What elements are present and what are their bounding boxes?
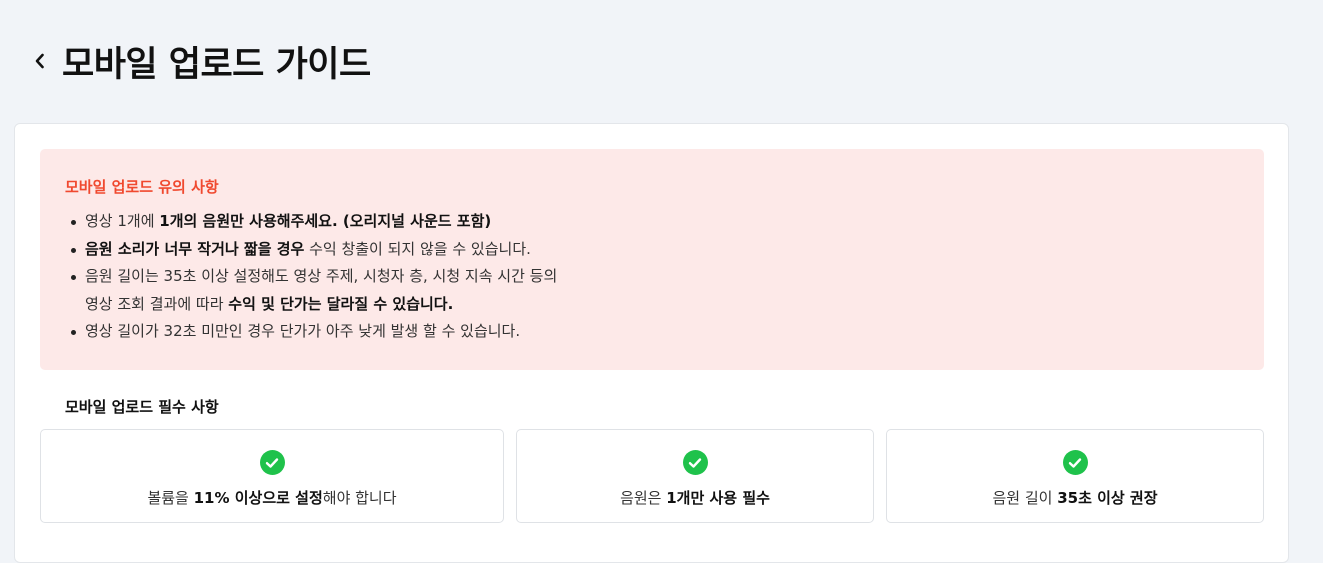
requirement-card-audio-length: 음원 길이 35초 이상 권장: [886, 429, 1264, 523]
requirement-text: 볼륨을 11% 이상으로 설정해야 합니다: [147, 489, 397, 507]
notice-title: 모바일 업로드 유의 사항: [65, 178, 219, 196]
notice-text: 수익 창출이 되지 않을 수 있습니다.: [304, 239, 531, 258]
notice-text-bold: 1개의 음원만 사용해주세요. (오리지널 사운드 포함): [159, 212, 492, 230]
requirement-text: 음원 길이 35초 이상 권장: [992, 489, 1158, 507]
requirement-card-single-audio: 음원은 1개만 사용 필수: [516, 429, 874, 523]
list-item: 음원 길이는 35초 이상 설정해도 영상 주제, 시청자 층, 시청 지속 시…: [65, 263, 765, 318]
page-header: 모바일 업로드 가이드: [28, 38, 371, 85]
back-button[interactable]: [28, 49, 52, 73]
guide-card: 모바일 업로드 유의 사항 영상 1개에 1개의 음원만 사용해주세요. (오리…: [14, 123, 1289, 563]
notice-text: 영상 조회 결과에 따라: [85, 294, 229, 313]
requirement-card-volume: 볼륨을 11% 이상으로 설정해야 합니다: [40, 429, 504, 523]
notice-text-bold: 음원 소리가 너무 작거나 짧을 경우: [85, 239, 305, 258]
page-title: 모바일 업로드 가이드: [62, 44, 371, 85]
list-item: 음원 소리가 너무 작거나 짧을 경우 수익 창출이 되지 않을 수 있습니다.: [65, 236, 765, 264]
notice-box: 모바일 업로드 유의 사항 영상 1개에 1개의 음원만 사용해주세요. (오리…: [40, 149, 1264, 370]
notice-text: 영상 길이가 32초 미만인 경우 단가가 아주 낮게 발생 할 수 있습니다.: [85, 322, 521, 340]
check-circle-icon: [682, 450, 708, 475]
notice-text-bold: 수익 및 단가는 달라질 수 있습니다.: [228, 294, 454, 313]
requirement-text: 음원은 1개만 사용 필수: [620, 489, 770, 507]
chevron-left-icon: [35, 53, 44, 69]
list-item: 영상 길이가 32초 미만인 경우 단가가 아주 낮게 발생 할 수 있습니다.: [65, 318, 765, 346]
check-circle-icon: [1062, 450, 1088, 475]
requirements-title: 모바일 업로드 필수 사항: [65, 398, 219, 416]
notice-text: 영상 1개에: [85, 212, 160, 230]
notice-list: 영상 1개에 1개의 음원만 사용해주세요. (오리지널 사운드 포함) 음원 …: [65, 208, 765, 346]
notice-text: 음원 길이는 35초 이상 설정해도 영상 주제, 시청자 층, 시청 지속 시…: [85, 267, 558, 285]
list-item: 영상 1개에 1개의 음원만 사용해주세요. (오리지널 사운드 포함): [65, 208, 765, 236]
check-circle-icon: [259, 450, 285, 475]
